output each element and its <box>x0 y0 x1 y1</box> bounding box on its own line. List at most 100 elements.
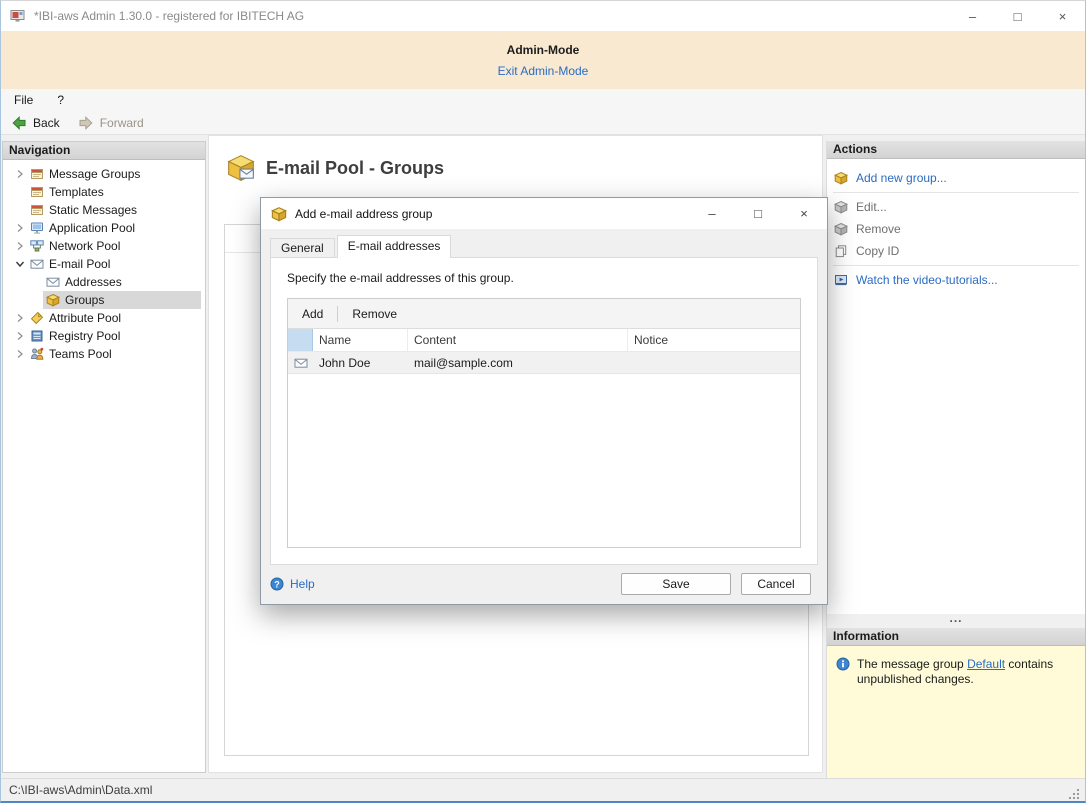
panel-splitter[interactable]: ... <box>827 614 1085 628</box>
edit-action[interactable]: Edit... <box>827 196 1085 218</box>
network-pool-icon <box>30 239 44 253</box>
app-window: ? *IBI-aws Admin 1.30.0 - registered for… <box>0 0 1086 803</box>
application-pool-icon <box>30 221 44 235</box>
dialog-tabs: General E-mail addresses <box>270 235 453 258</box>
minimize-button[interactable]: – <box>950 1 995 31</box>
sidebar-item-application-pool[interactable]: Application Pool <box>3 219 205 237</box>
dialog-description: Specify the e-mail addresses of this gro… <box>287 271 801 285</box>
sidebar-item-attribute-pool[interactable]: Attribute Pool <box>3 309 205 327</box>
chevron-right-icon[interactable] <box>13 167 27 181</box>
add-new-group-action[interactable]: Add new group... <box>827 167 1085 189</box>
sidebar-item-email-pool[interactable]: E-mail Pool <box>3 255 205 273</box>
sidebar-item-static-messages[interactable]: Static Messages <box>3 201 205 219</box>
title-bar: *IBI-aws Admin 1.30.0 - registered for I… <box>1 1 1085 31</box>
chevron-down-icon[interactable] <box>13 257 27 271</box>
chevron-right-icon[interactable] <box>13 239 27 253</box>
static-messages-icon <box>30 203 44 217</box>
copy-id-action[interactable]: Copy ID <box>827 240 1085 262</box>
table-row[interactable]: John Doe mail@sample.com <box>288 352 800 374</box>
actions-separator <box>833 192 1079 193</box>
chevron-right-icon[interactable] <box>13 221 27 235</box>
help-link[interactable]: Help <box>270 577 315 591</box>
tree-label: Attribute Pool <box>49 311 121 325</box>
navigation-tree: Message Groups Templates Static Messages… <box>3 160 205 363</box>
forward-label: Forward <box>100 116 144 130</box>
dialog-group-icon <box>271 206 287 222</box>
tree-label: Application Pool <box>49 221 135 235</box>
teams-pool-icon <box>30 347 44 361</box>
sidebar-item-network-pool[interactable]: Network Pool <box>3 237 205 255</box>
page-title: E-mail Pool - Groups <box>266 158 444 179</box>
sidebar-item-groups[interactable]: Groups <box>3 291 205 309</box>
forward-arrow-icon <box>78 115 94 131</box>
sidebar-item-teams-pool[interactable]: Teams Pool <box>3 345 205 363</box>
remove-button[interactable]: Remove <box>347 305 402 323</box>
forward-button[interactable]: Forward <box>78 115 144 131</box>
chevron-right-icon[interactable] <box>13 311 27 325</box>
tab-general[interactable]: General <box>270 238 335 258</box>
maximize-button[interactable]: □ <box>995 1 1040 31</box>
page-title-row: E-mail Pool - Groups <box>209 136 822 183</box>
cancel-button[interactable]: Cancel <box>741 573 811 595</box>
add-email-address-group-dialog: Add e-mail address group – □ × General E… <box>260 197 828 605</box>
column-notice[interactable]: Notice <box>628 329 800 351</box>
menu-help[interactable]: ? <box>57 93 64 107</box>
help-label: Help <box>290 577 315 591</box>
registry-pool-icon <box>30 329 44 343</box>
tree-label: Templates <box>49 185 104 199</box>
dialog-maximize-button[interactable]: □ <box>735 198 781 229</box>
save-button[interactable]: Save <box>621 573 731 595</box>
column-content[interactable]: Content <box>408 329 628 351</box>
action-label: Copy ID <box>856 244 899 258</box>
email-address-list: Add Remove Name Content Notice John Doe … <box>287 298 801 548</box>
dialog-title-bar: Add e-mail address group – □ × <box>261 198 827 229</box>
chevron-right-icon[interactable] <box>13 347 27 361</box>
sidebar-item-templates[interactable]: Templates <box>3 183 205 201</box>
dialog-minimize-button[interactable]: – <box>689 198 735 229</box>
chevron-placeholder <box>13 185 27 199</box>
nav-toolbar: Back Forward <box>1 111 1085 135</box>
cell-notice <box>628 352 800 373</box>
back-button[interactable]: Back <box>11 115 60 131</box>
dialog-window-controls: – □ × <box>689 198 827 229</box>
actions-separator <box>833 265 1079 266</box>
tree-label: Registry Pool <box>49 329 120 343</box>
add-button[interactable]: Add <box>297 305 328 323</box>
info-icon <box>836 657 850 671</box>
sidebar-item-registry-pool[interactable]: Registry Pool <box>3 327 205 345</box>
dialog-close-button[interactable]: × <box>781 198 827 229</box>
back-label: Back <box>33 116 60 130</box>
sidebar-item-message-groups[interactable]: Message Groups <box>3 165 205 183</box>
dialog-tab-page: Specify the e-mail addresses of this gro… <box>270 257 818 565</box>
information-header: Information <box>827 628 1085 646</box>
sidebar-item-addresses[interactable]: Addresses <box>3 273 205 291</box>
add-group-icon <box>834 171 848 185</box>
resize-grip[interactable] <box>1067 787 1081 801</box>
tree-label: Addresses <box>65 275 122 289</box>
tree-label: Message Groups <box>49 167 140 181</box>
actions-header: Actions <box>827 141 1085 159</box>
copy-icon <box>834 244 848 258</box>
column-name[interactable]: Name <box>313 329 408 351</box>
remove-action[interactable]: Remove <box>827 218 1085 240</box>
list-toolbar: Add Remove <box>288 299 800 329</box>
exit-admin-mode-link[interactable]: Exit Admin-Mode <box>498 64 589 78</box>
tab-email-addresses[interactable]: E-mail addresses <box>337 235 452 258</box>
tree-label: Network Pool <box>49 239 120 253</box>
status-bar: C:\IBI-aws\Admin\Data.xml <box>1 778 1085 801</box>
video-tutorials-action[interactable]: Watch the video-tutorials... <box>827 269 1085 291</box>
table-header-row: Name Content Notice <box>288 329 800 352</box>
column-icon[interactable] <box>288 329 313 351</box>
admin-mode-title: Admin-Mode <box>1 43 1085 57</box>
action-label: Add new group... <box>856 171 947 185</box>
dialog-title: Add e-mail address group <box>295 207 432 221</box>
envelope-icon <box>46 275 60 289</box>
dialog-footer: Help Save Cancel <box>270 563 818 604</box>
close-button[interactable]: × <box>1040 1 1085 31</box>
menu-file[interactable]: File <box>14 93 33 107</box>
right-panel: Actions Add new group... Edit... Remove <box>826 141 1085 778</box>
tree-label: Groups <box>65 293 104 307</box>
default-group-link[interactable]: Default <box>967 657 1005 671</box>
chevron-right-icon[interactable] <box>13 329 27 343</box>
app-icon <box>10 8 26 24</box>
